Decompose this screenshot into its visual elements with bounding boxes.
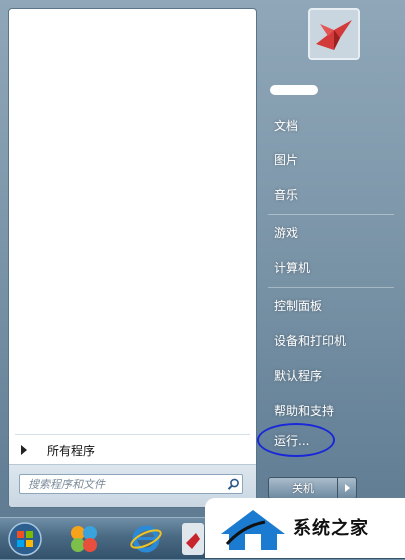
menu-item-music[interactable]: 音乐 [266,181,394,207]
menu-item-label: 游戏 [274,225,299,240]
menu-item-documents[interactable]: 文档 [266,112,394,138]
menu-item-devices-printers[interactable]: 设备和打印机 [266,327,394,353]
search-input[interactable] [20,476,224,492]
pinned-programs-list [9,9,256,434]
shutdown-control: 关机 [268,477,357,499]
run-highlight-circle [257,423,335,457]
user-picture[interactable] [308,8,360,60]
search-icon[interactable] [224,475,242,493]
menu-item-label: 控制面板 [274,298,323,313]
right-pane: 文档 图片 音乐 游戏 计算机 控制面板 设备和打印机 默认程序 帮助和支持 运… [257,0,405,517]
watermark-text: 系统之家 [293,518,369,539]
taskbar-app-button[interactable] [64,521,104,557]
arrow-right-icon [21,445,27,455]
arrow-right-icon [344,484,350,492]
all-programs-button[interactable]: 所有程序 [13,439,251,461]
origami-crane-icon [310,10,358,58]
menu-item-label: 默认程序 [274,368,323,383]
shutdown-button[interactable]: 关机 [269,478,337,498]
start-orb-button[interactable] [6,521,44,557]
search-box[interactable] [19,474,243,494]
all-programs-label: 所有程序 [47,443,96,458]
start-menu: 所有程序 文档 图片 [0,0,405,517]
menu-item-computer[interactable]: 计算机 [266,254,394,280]
menu-item-label: 计算机 [274,260,311,275]
windows-logo-icon [8,522,42,556]
menu-item-label: 音乐 [274,187,299,202]
app-icon [182,523,204,555]
menu-item-control-panel[interactable]: 控制面板 [266,292,394,318]
divider [268,214,394,215]
menu-item-default-programs[interactable]: 默认程序 [266,362,394,388]
menu-item-label: 帮助和支持 [274,403,335,418]
menu-item-label: 设备和打印机 [274,333,347,348]
taskbar-active-app-button[interactable] [182,521,204,557]
menu-item-help-support[interactable]: 帮助和支持 [266,397,394,423]
divider [268,287,394,288]
menu-item-label: 图片 [274,152,299,167]
watermark: 系统之家 [205,498,405,558]
menu-item-games[interactable]: 游戏 [266,219,394,245]
programs-pane: 所有程序 [8,8,257,508]
pinwheel-app-icon [71,526,97,552]
shutdown-options-button[interactable] [337,478,356,498]
menu-item-label: 文档 [274,118,299,133]
menu-item-pictures[interactable]: 图片 [266,146,394,172]
divider [15,434,250,435]
house-logo-icon [221,510,285,550]
user-name[interactable] [270,85,318,95]
internet-explorer-icon [130,525,162,553]
taskbar-browser-button[interactable] [126,521,166,557]
